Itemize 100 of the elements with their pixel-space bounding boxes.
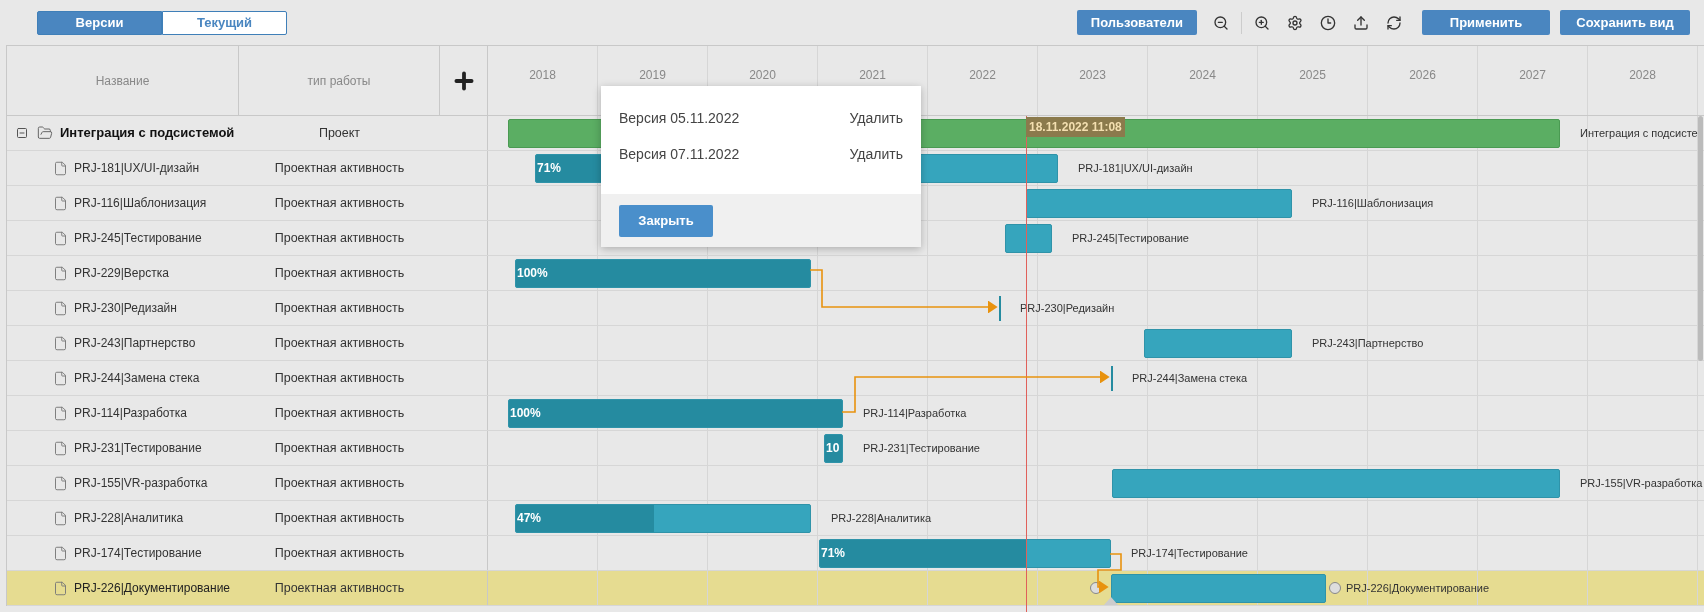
file-icon — [53, 334, 68, 352]
project-name[interactable]: Интеграция с подсистемой — [60, 123, 235, 143]
task-bar[interactable]: 100% — [508, 399, 843, 428]
file-icon — [53, 264, 68, 282]
year-label: 2018 — [529, 68, 556, 82]
progress-text: 71% — [537, 161, 562, 176]
file-icon — [53, 194, 68, 212]
task-bar[interactable] — [1026, 189, 1292, 218]
milestone-marker[interactable] — [999, 296, 1001, 321]
folder-icon — [36, 125, 54, 141]
bar-label: PRJ-116|Шаблонизация — [1312, 196, 1434, 211]
file-icon — [53, 439, 68, 457]
bar-label: PRJ-174|Тестирование — [1131, 546, 1248, 561]
column-header: тип работы — [239, 46, 440, 115]
file-icon — [53, 544, 68, 562]
collapse-icon[interactable] — [16, 127, 28, 139]
zoom-in-icon[interactable] — [1254, 14, 1270, 31]
bar-label: PRJ-114|Разработка — [863, 406, 967, 421]
work-type: Проектная активность — [274, 229, 405, 247]
year-label: 2022 — [969, 68, 996, 82]
task-name[interactable]: PRJ-181|UX/UI-дизайн — [74, 159, 199, 177]
year-label: 2026 — [1409, 68, 1436, 82]
drag-handle-icon[interactable] — [1329, 582, 1341, 594]
progress-text: 100% — [517, 266, 548, 281]
progress-text: 47% — [517, 511, 542, 526]
work-type: Проектная активность — [274, 194, 405, 212]
work-type: Проектная активность — [274, 369, 405, 387]
work-type: Проектная активность — [274, 544, 405, 562]
task-bar[interactable] — [1111, 574, 1326, 603]
task-name[interactable]: PRJ-231|Тестирование — [74, 439, 202, 457]
bar-label: PRJ-245|Тестирование — [1072, 231, 1189, 246]
progress-text: 10 — [826, 441, 840, 456]
table-row[interactable]: PRJ-244|Замена стека Проектная активность PRJ-244|Замена стека — [7, 361, 1704, 396]
refresh-icon[interactable] — [1386, 14, 1402, 31]
year-label: 2027 — [1519, 68, 1546, 82]
task-name[interactable]: PRJ-229|Верстка — [74, 264, 169, 282]
settings-icon[interactable] — [1287, 14, 1303, 31]
progress-text: 100% — [510, 406, 541, 421]
table-row[interactable]: PRJ-228|Аналитика Проектная активность 47% PRJ-228|Аналитика — [7, 501, 1704, 536]
save-view-button[interactable]: Сохранить вид — [1560, 10, 1690, 35]
scrollbar[interactable] — [1698, 116, 1703, 361]
file-icon — [53, 474, 68, 492]
view-toggle-tab[interactable]: Текущий — [162, 10, 287, 35]
task-bar[interactable] — [1005, 224, 1052, 253]
table-row[interactable]: PRJ-243|Партнерство Проектная активность PRJ-243|Партнерство — [7, 326, 1704, 361]
task-name[interactable]: PRJ-230|Редизайн — [74, 299, 177, 317]
task-bar[interactable]: 100% — [515, 259, 811, 288]
bar-label: PRJ-244|Замена стека — [1132, 371, 1248, 386]
clock-icon[interactable] — [1320, 14, 1336, 31]
bar-label: PRJ-181|UX/UI-дизайн — [1078, 161, 1193, 176]
triangle-handle-icon[interactable] — [1104, 597, 1118, 605]
today-marker: 18.11.2022 11:08 — [1026, 117, 1125, 137]
table-row[interactable]: PRJ-226|Документирование Проектная активность PRJ-226|Документирование — [7, 571, 1704, 606]
progress-text: 71% — [821, 546, 846, 561]
task-bar[interactable]: 71% — [819, 539, 1111, 568]
work-type: Проектная активность — [274, 299, 405, 317]
task-bar[interactable]: 10 — [824, 434, 843, 463]
zoom-out-icon[interactable] — [1213, 14, 1229, 31]
work-type: Проект — [318, 124, 361, 142]
version-name[interactable]: Версия 05.11.2022 — [619, 107, 740, 129]
table-row[interactable]: PRJ-155|VR-разработка Проектная активность PRJ-155|VR-разработка — [7, 466, 1704, 501]
work-type: Проектная активность — [274, 264, 405, 282]
file-icon — [53, 369, 68, 387]
bar-label: PRJ-228|Аналитика — [831, 511, 932, 526]
file-icon — [53, 159, 68, 177]
task-bar[interactable]: 47% — [515, 504, 811, 533]
file-icon — [53, 404, 68, 422]
work-type: Проектная активность — [274, 159, 405, 177]
delete-link[interactable]: Удалить — [849, 107, 903, 129]
task-name[interactable]: PRJ-228|Аналитика — [74, 509, 184, 527]
task-bar[interactable] — [1144, 329, 1292, 358]
view-toggle-tab[interactable]: Версии — [37, 10, 162, 35]
task-name[interactable]: PRJ-226|Документирование — [74, 579, 230, 597]
work-type: Проектная активность — [274, 334, 405, 352]
delete-link[interactable]: Удалить — [849, 143, 903, 165]
year-label: 2024 — [1189, 68, 1216, 82]
bar-label: PRJ-226|Документирование — [1346, 581, 1489, 596]
task-name[interactable]: PRJ-155|VR-разработка — [74, 474, 208, 492]
table-row[interactable]: PRJ-114|Разработка Проектная активность 100% PRJ-114|Разработка — [7, 396, 1704, 431]
task-bar[interactable] — [1112, 469, 1560, 498]
upload-icon[interactable] — [1353, 14, 1369, 31]
bar-label: PRJ-231|Тестирование — [863, 441, 980, 456]
task-name[interactable]: PRJ-243|Партнерство — [74, 334, 196, 352]
task-name[interactable]: PRJ-174|Тестирование — [74, 544, 202, 562]
bar-label: PRJ-155|VR-разработка — [1580, 476, 1703, 491]
dependency-arrow — [1097, 553, 1122, 594]
table-row[interactable]: PRJ-229|Верстка Проектная активность 100% — [7, 256, 1704, 291]
apply-button[interactable]: Применить — [1422, 10, 1550, 35]
milestone-marker[interactable] — [1111, 366, 1113, 391]
year-label: 2023 — [1079, 68, 1106, 82]
year-label: 2028 — [1629, 68, 1656, 82]
task-name[interactable]: PRJ-245|Тестирование — [74, 229, 202, 247]
task-name[interactable]: PRJ-244|Замена стека — [74, 369, 200, 387]
version-name[interactable]: Версия 07.11.2022 — [619, 143, 740, 165]
task-name[interactable]: PRJ-116|Шаблонизация — [74, 194, 207, 212]
year-label: 2025 — [1299, 68, 1326, 82]
table-row[interactable]: PRJ-231|Тестирование Проектная активность 10 PRJ-231|Тестирование — [7, 431, 1704, 466]
year-label: 2020 — [749, 68, 776, 82]
users-button[interactable]: Пользователи — [1076, 10, 1197, 35]
task-name[interactable]: PRJ-114|Разработка — [74, 404, 187, 422]
